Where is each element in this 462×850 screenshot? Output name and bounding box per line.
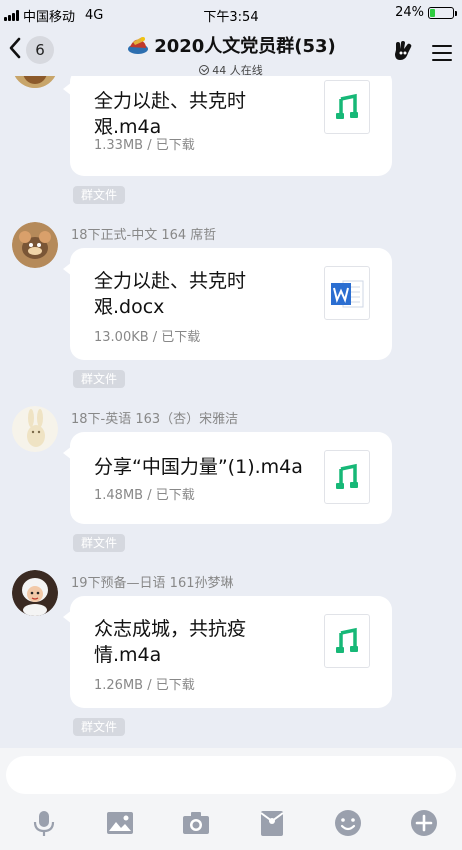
hand-gesture-icon[interactable] xyxy=(392,40,416,66)
group-file-tag: 群文件 xyxy=(73,370,126,388)
group-logo-icon xyxy=(126,34,150,56)
online-check-icon xyxy=(199,65,210,75)
input-toolbar xyxy=(0,808,462,844)
status-bar: 中国移动 4G 下午3:54 24% xyxy=(0,0,462,28)
file-meta: 13.00KB / 已下载 xyxy=(94,330,201,345)
music-note-icon xyxy=(324,614,370,668)
battery-icon xyxy=(428,6,457,19)
file-meta: 1.48MB / 已下载 xyxy=(94,488,195,503)
file-name: 全力以赴、共克时艰.m4a xyxy=(94,90,247,138)
file-name: 全力以赴、共克时艰.docx xyxy=(94,270,247,318)
group-file-tag: 群文件 xyxy=(73,534,126,552)
avatar[interactable] xyxy=(12,570,58,616)
message-list[interactable]: 全力以赴、共克时艰.m4a 1.33MB / 已下载 群文件 18下正式-中文 … xyxy=(0,76,462,748)
chat-title: 2020人文党员群(53) xyxy=(154,36,336,57)
file-message-bubble[interactable]: 全力以赴、共克时艰.docx 13.00KB / 已下载 xyxy=(63,248,392,360)
status-right: 24% xyxy=(395,5,457,20)
music-note-icon xyxy=(324,80,370,134)
microphone-icon[interactable] xyxy=(29,808,59,838)
sender-name: 19下预备—日语 161孙梦琳 xyxy=(71,576,234,591)
avatar[interactable] xyxy=(12,406,58,452)
file-message-bubble[interactable]: 分享“中国力量”(1).m4a 1.48MB / 已下载 xyxy=(63,432,392,524)
sender-name: 18下-英语 163（杏）宋雅洁 xyxy=(71,412,239,427)
file-message-bubble[interactable]: 众志成城，共抗疫情.m4a 1.26MB / 已下载 xyxy=(63,596,392,708)
file-name: 众志成城，共抗疫情.m4a xyxy=(94,618,247,666)
file-meta: 1.33MB / 已下载 xyxy=(94,138,195,153)
nav-actions xyxy=(392,40,452,66)
avatar[interactable] xyxy=(12,222,58,268)
sender-name: 18下正式-中文 164 席哲 xyxy=(71,228,217,243)
group-file-tag: 群文件 xyxy=(73,186,126,204)
red-packet-icon[interactable] xyxy=(257,808,287,838)
menu-icon[interactable] xyxy=(432,45,452,61)
plus-icon[interactable] xyxy=(409,808,439,838)
battery-percent: 24% xyxy=(395,5,424,20)
camera-icon[interactable] xyxy=(181,808,211,838)
message-input[interactable] xyxy=(6,756,456,794)
file-name: 分享“中国力量”(1).m4a xyxy=(94,456,303,478)
emoji-icon[interactable] xyxy=(333,808,363,838)
file-message-bubble[interactable]: 全力以赴、共克时艰.m4a 1.33MB / 已下载 xyxy=(63,76,392,176)
image-icon[interactable] xyxy=(105,808,135,838)
music-note-icon xyxy=(324,450,370,504)
avatar[interactable] xyxy=(12,76,58,88)
status-time: 下午3:54 xyxy=(203,10,259,25)
word-document-icon xyxy=(324,266,370,320)
file-meta: 1.26MB / 已下载 xyxy=(94,678,195,693)
nav-bar: 6 2020人文党员群(53) 44 人在线 xyxy=(0,28,462,77)
group-file-tag: 群文件 xyxy=(73,718,126,736)
composer xyxy=(0,748,462,850)
